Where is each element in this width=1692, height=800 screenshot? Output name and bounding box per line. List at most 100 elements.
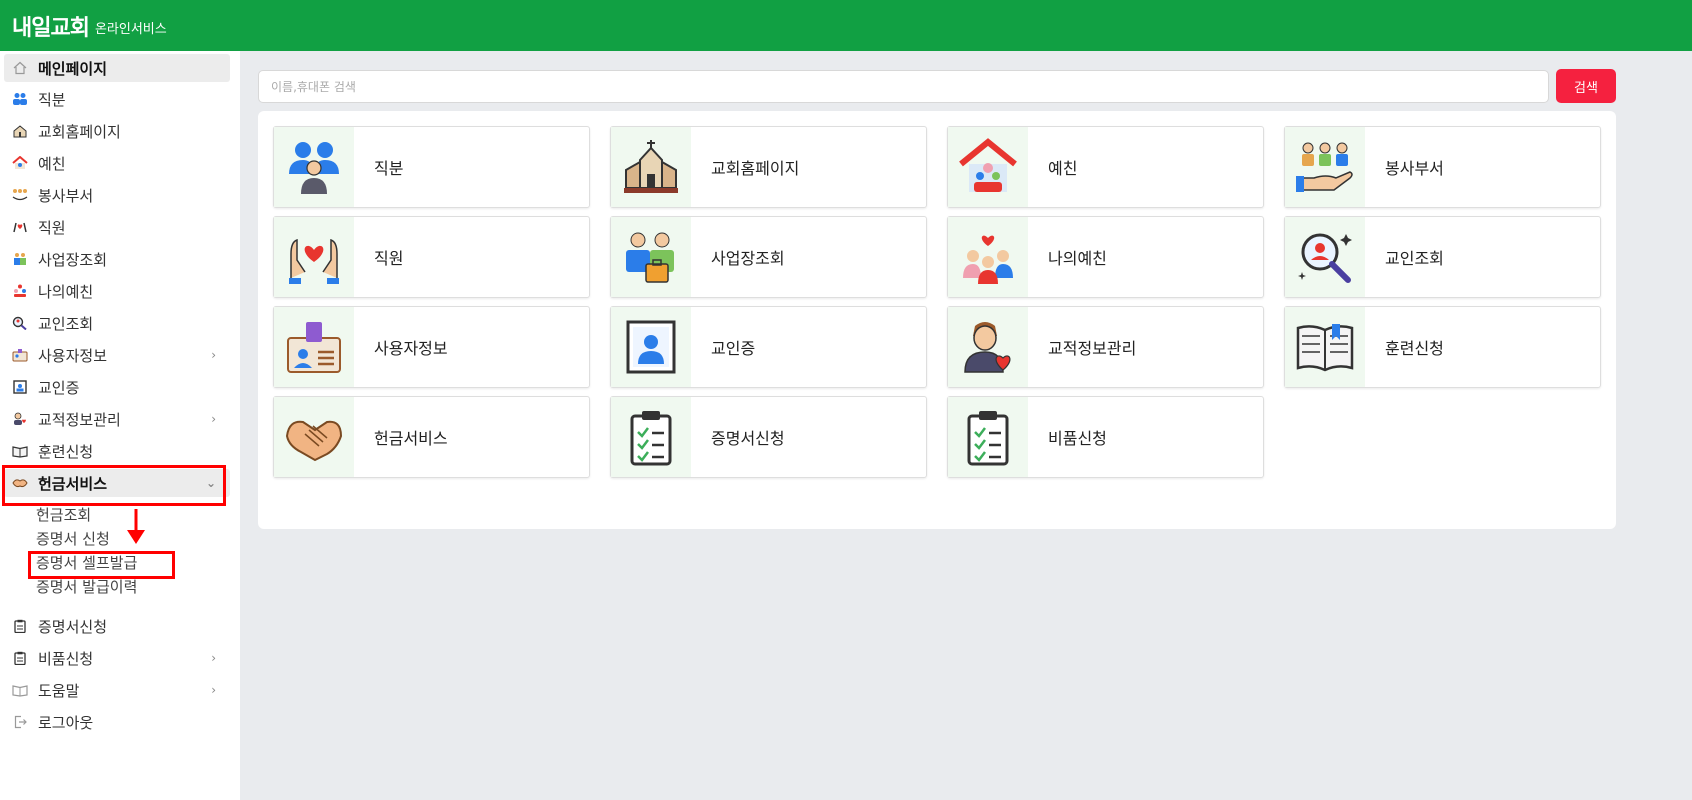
sidebar-item-volunteer[interactable]: 봉사부서 bbox=[4, 181, 230, 209]
sidebar-item-my-yechin[interactable]: 나의예친 bbox=[4, 277, 230, 305]
card-certificate-application[interactable]: 증명서신청 bbox=[610, 396, 927, 478]
card-my-yechin[interactable]: 나의예친 bbox=[947, 216, 1264, 298]
people-icon bbox=[274, 127, 354, 207]
card-label: 직분 bbox=[374, 159, 404, 178]
card-business-search[interactable]: 사업장조회 bbox=[610, 216, 927, 298]
sidebar-item-label: 봉사부서 bbox=[38, 186, 94, 205]
brand-logo[interactable]: 내일교회 bbox=[12, 10, 90, 42]
card-label: 교인증 bbox=[711, 339, 756, 358]
church-icon bbox=[12, 123, 28, 139]
person-heart-icon bbox=[12, 411, 28, 427]
clipboard-icon bbox=[12, 650, 28, 666]
book-icon bbox=[1285, 307, 1365, 387]
chevron-right-icon: › bbox=[211, 651, 216, 665]
clipboard-icon bbox=[948, 397, 1028, 477]
sidebar-item-label: 증명서신청 bbox=[38, 617, 108, 636]
house-icon bbox=[948, 127, 1028, 207]
sidebar-item-label: 도움말 bbox=[38, 681, 80, 700]
church-icon bbox=[611, 127, 691, 207]
submenu-certificate-request[interactable]: 증명서 신청 bbox=[36, 528, 110, 550]
id-card-icon bbox=[12, 347, 28, 363]
card-training-application[interactable]: 훈련신청 bbox=[1284, 306, 1601, 388]
people-icon bbox=[12, 91, 28, 107]
chevron-down-icon: ⌄ bbox=[205, 476, 216, 490]
family-icon bbox=[12, 283, 28, 299]
id-card-icon bbox=[274, 307, 354, 387]
sidebar-item-logout[interactable]: 로그아웃 bbox=[4, 708, 230, 736]
sidebar-item-certificate-application[interactable]: 증명서신청 bbox=[4, 612, 230, 640]
sidebar-item-label: 헌금서비스 bbox=[38, 474, 108, 493]
card-label: 헌금서비스 bbox=[374, 429, 448, 448]
card-user-info[interactable]: 사용자정보 bbox=[273, 306, 590, 388]
staff-icon bbox=[274, 217, 354, 297]
member-card-icon bbox=[611, 307, 691, 387]
sidebar-item-supplies-request[interactable]: 비품신청 › bbox=[4, 644, 230, 672]
sidebar-item-label: 예친 bbox=[38, 154, 66, 173]
sidebar-item-label: 교인증 bbox=[38, 378, 80, 397]
sidebar-item-label: 메인페이지 bbox=[38, 59, 108, 78]
sidebar-item-label: 나의예친 bbox=[38, 282, 94, 301]
search-input[interactable] bbox=[258, 70, 1549, 103]
card-label: 훈련신청 bbox=[1385, 339, 1444, 358]
sidebar-item-label: 교인조회 bbox=[38, 314, 94, 333]
card-label: 나의예친 bbox=[1048, 249, 1107, 268]
submenu-certificate-history[interactable]: 증명서 발급이력 bbox=[36, 576, 137, 598]
sidebar-item-business-search[interactable]: 사업장조회 bbox=[4, 245, 230, 273]
handshake-icon bbox=[274, 397, 354, 477]
brand-subtitle: 온라인서비스 bbox=[94, 22, 167, 37]
sidebar-item-offering-service[interactable]: 헌금서비스 ⌄ bbox=[4, 469, 230, 497]
card-member-search[interactable]: 교인조회 bbox=[1284, 216, 1601, 298]
business-icon bbox=[611, 217, 691, 297]
sidebar-item-training-application[interactable]: 훈련신청 bbox=[4, 437, 230, 465]
magnifier-icon bbox=[12, 315, 28, 331]
card-label: 직원 bbox=[374, 249, 404, 268]
sidebar-item-staff[interactable]: 직원 bbox=[4, 213, 230, 241]
sidebar-item-label: 교적정보관리 bbox=[38, 410, 121, 429]
sidebar-item-label: 로그아웃 bbox=[38, 713, 94, 732]
card-supplies-request[interactable]: 비품신청 bbox=[947, 396, 1264, 478]
card-church-homepage[interactable]: 교회홈페이지 bbox=[610, 126, 927, 208]
card-member-records[interactable]: 교적정보관리 bbox=[947, 306, 1264, 388]
handshake-icon bbox=[12, 475, 28, 491]
top-header: 내일교회 온라인서비스 bbox=[0, 0, 1692, 51]
member-card-icon bbox=[12, 379, 28, 395]
sidebar-item-main-page[interactable]: 메인페이지 bbox=[4, 54, 230, 82]
card-volunteer[interactable]: 봉사부서 bbox=[1284, 126, 1601, 208]
magnifier-icon bbox=[1285, 217, 1365, 297]
card-offering-service[interactable]: 헌금서비스 bbox=[273, 396, 590, 478]
book-icon bbox=[12, 443, 28, 459]
card-staff[interactable]: 직원 bbox=[273, 216, 590, 298]
family-icon bbox=[948, 217, 1028, 297]
search-button[interactable]: 검색 bbox=[1556, 69, 1616, 103]
submenu-offering-inquiry[interactable]: 헌금조회 bbox=[36, 504, 91, 526]
sidebar-item-help[interactable]: 도움말 › bbox=[4, 676, 230, 704]
chevron-right-icon: › bbox=[211, 683, 216, 697]
card-yechin[interactable]: 예친 bbox=[947, 126, 1264, 208]
staff-icon bbox=[12, 219, 28, 235]
sidebar-item-label: 사업장조회 bbox=[38, 250, 108, 269]
card-label: 증명서신청 bbox=[711, 429, 785, 448]
submenu-certificate-self-issue[interactable]: 증명서 셀프발급 bbox=[36, 552, 137, 574]
card-member-card[interactable]: 교인증 bbox=[610, 306, 927, 388]
card-label: 교인조회 bbox=[1385, 249, 1444, 268]
sidebar-item-member-search[interactable]: 교인조회 bbox=[4, 309, 230, 337]
sidebar-item-member-card[interactable]: 교인증 bbox=[4, 373, 230, 401]
sidebar-item-church-homepage[interactable]: 교회홈페이지 bbox=[4, 117, 230, 145]
sidebar-item-position[interactable]: 직분 bbox=[4, 85, 230, 113]
sidebar-item-label: 직분 bbox=[38, 90, 66, 109]
person-heart-icon bbox=[948, 307, 1028, 387]
home-icon bbox=[12, 60, 28, 76]
card-position[interactable]: 직분 bbox=[273, 126, 590, 208]
chevron-right-icon: › bbox=[211, 348, 216, 362]
chevron-right-icon: › bbox=[211, 412, 216, 426]
sidebar-item-label: 사용자정보 bbox=[38, 346, 108, 365]
menu-card-grid: 직분 교회홈페이지 예친 봉사부서 직원 사업장조회 나의예친 교인조회 사용자… bbox=[258, 111, 1616, 529]
sidebar-item-member-records[interactable]: 교적정보관리 › bbox=[4, 405, 230, 433]
help-book-icon bbox=[12, 682, 28, 698]
sidebar-item-yechin[interactable]: 예친 bbox=[4, 149, 230, 177]
clipboard-icon bbox=[12, 618, 28, 634]
sidebar-item-label: 훈련신청 bbox=[38, 442, 94, 461]
card-label: 사용자정보 bbox=[374, 339, 448, 358]
house-icon bbox=[12, 155, 28, 171]
sidebar-item-user-info[interactable]: 사용자정보 › bbox=[4, 341, 230, 369]
